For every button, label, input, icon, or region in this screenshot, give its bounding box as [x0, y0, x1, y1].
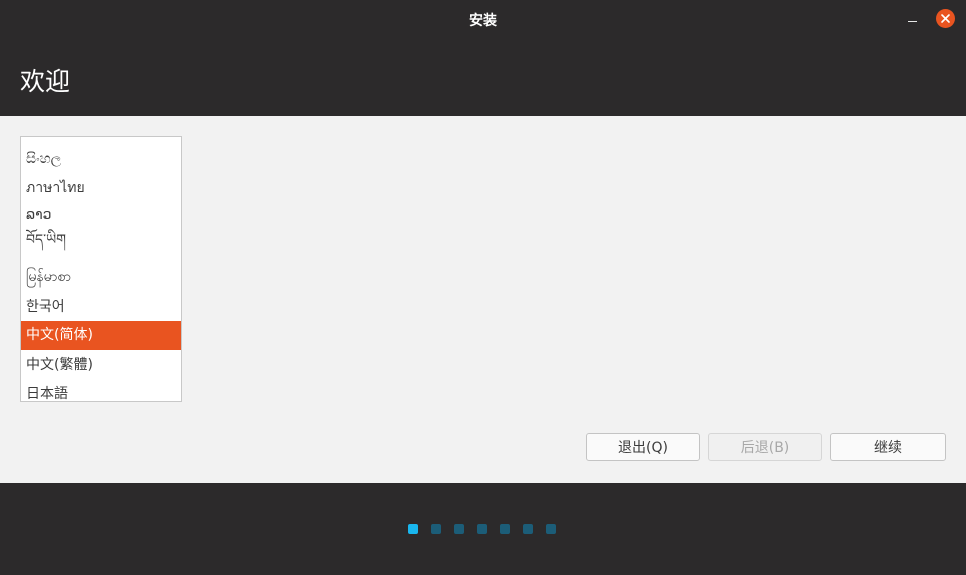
- progress-dot-4: [477, 524, 487, 534]
- back-button[interactable]: 后退(B): [708, 433, 822, 461]
- language-item-chinese-traditional[interactable]: 中文(繁體): [21, 351, 181, 380]
- progress-dot-7: [546, 524, 556, 534]
- continue-button[interactable]: 继续: [830, 433, 946, 461]
- progress-dot-6: [523, 524, 533, 534]
- quit-button[interactable]: 退出(Q): [586, 433, 700, 461]
- language-item-burmese[interactable]: မြန်မာစာ: [21, 263, 181, 292]
- language-item-tibetan[interactable]: བོད་ཡིག: [21, 226, 181, 255]
- language-item-korean[interactable]: 한국어: [21, 293, 181, 322]
- progress-dot-5: [500, 524, 510, 534]
- installer-window: 安装 欢迎 ᩃ සිංහල ภาษาไทย ລາວ བོད་ཡིག မြန်မာ…: [0, 0, 966, 575]
- progress-dot-2: [431, 524, 441, 534]
- progress-footer: [0, 483, 966, 575]
- language-list[interactable]: ᩃ සිංහල ภาษาไทย ລາວ བོད་ཡིག မြန်မာစာ 한국어…: [20, 136, 182, 402]
- language-item-chinese-simplified[interactable]: 中文(简体): [21, 321, 181, 350]
- close-icon: [941, 14, 950, 23]
- main-content: ᩃ සිංහල ภาษาไทย ລາວ བོད་ཡིག မြန်မာစာ 한국어…: [0, 116, 966, 483]
- language-item-thai[interactable]: ภาษาไทย: [21, 174, 181, 203]
- language-item-sinhala[interactable]: සිංහල: [21, 145, 181, 174]
- page-header: 欢迎: [0, 38, 966, 116]
- window-title: 安装: [469, 13, 497, 29]
- page-title: 欢迎: [20, 67, 71, 96]
- minimize-button[interactable]: [902, 8, 922, 28]
- progress-dot-3: [454, 524, 464, 534]
- language-item-partial[interactable]: ᩃ: [21, 137, 181, 143]
- language-item-japanese[interactable]: 日本語: [21, 380, 181, 401]
- progress-dot-1: [408, 524, 418, 534]
- titlebar: 安装: [0, 0, 966, 38]
- close-button[interactable]: [936, 9, 955, 28]
